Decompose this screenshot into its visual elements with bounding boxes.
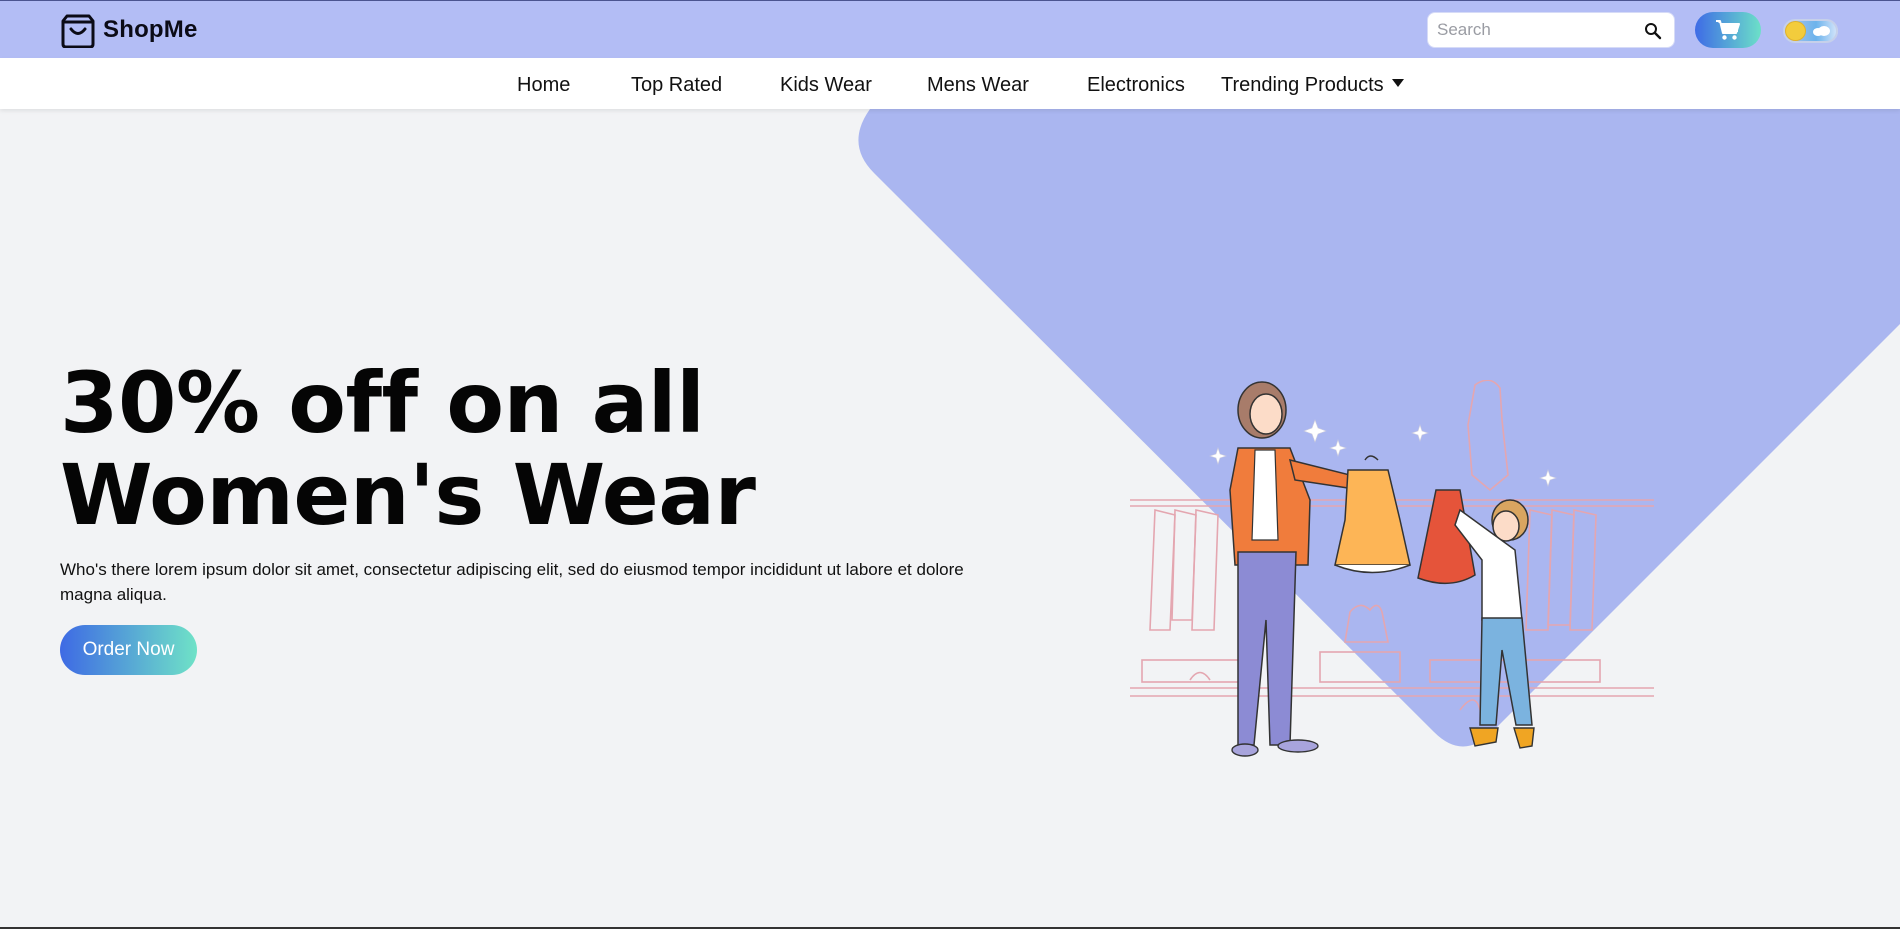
search-icon[interactable] bbox=[1644, 22, 1662, 40]
top-bar: ShopMe bbox=[0, 0, 1900, 58]
search-input[interactable] bbox=[1428, 13, 1637, 47]
nav-item-trending-label: Trending Products bbox=[1221, 74, 1384, 96]
hero-headline: 30% off on all Women's Wear bbox=[60, 354, 756, 544]
hero-headline-line1: 30% off on all bbox=[60, 354, 705, 452]
cart-icon bbox=[1716, 20, 1740, 40]
order-now-button[interactable]: Order Now bbox=[60, 625, 197, 675]
hero-headline-line2: Women's Wear bbox=[60, 446, 756, 544]
nav-item-electronics[interactable]: Electronics bbox=[1087, 74, 1185, 97]
shopping-illustration bbox=[1130, 380, 1654, 757]
search-box bbox=[1427, 12, 1675, 48]
shopping-bag-icon bbox=[61, 14, 95, 48]
nav-item-kids-wear[interactable]: Kids Wear bbox=[780, 74, 872, 97]
theme-toggle[interactable] bbox=[1783, 19, 1838, 43]
caret-down-icon bbox=[1391, 79, 1404, 87]
cart-button[interactable] bbox=[1695, 12, 1761, 48]
nav-item-home[interactable]: Home bbox=[517, 74, 570, 97]
nav-item-mens-wear[interactable]: Mens Wear bbox=[927, 74, 1029, 97]
main-nav: Home Top Rated Kids Wear Mens Wear Elect… bbox=[0, 58, 1900, 109]
nav-item-trending-products[interactable]: Trending Products bbox=[1221, 74, 1404, 97]
hero-description: Who's there lorem ipsum dolor sit amet, … bbox=[60, 560, 964, 604]
brand-name: ShopMe bbox=[103, 16, 198, 43]
cloud-icon bbox=[1813, 26, 1830, 36]
sun-icon bbox=[1786, 22, 1805, 40]
nav-item-top-rated[interactable]: Top Rated bbox=[631, 74, 722, 97]
brand-logo[interactable]: ShopMe bbox=[61, 12, 198, 48]
